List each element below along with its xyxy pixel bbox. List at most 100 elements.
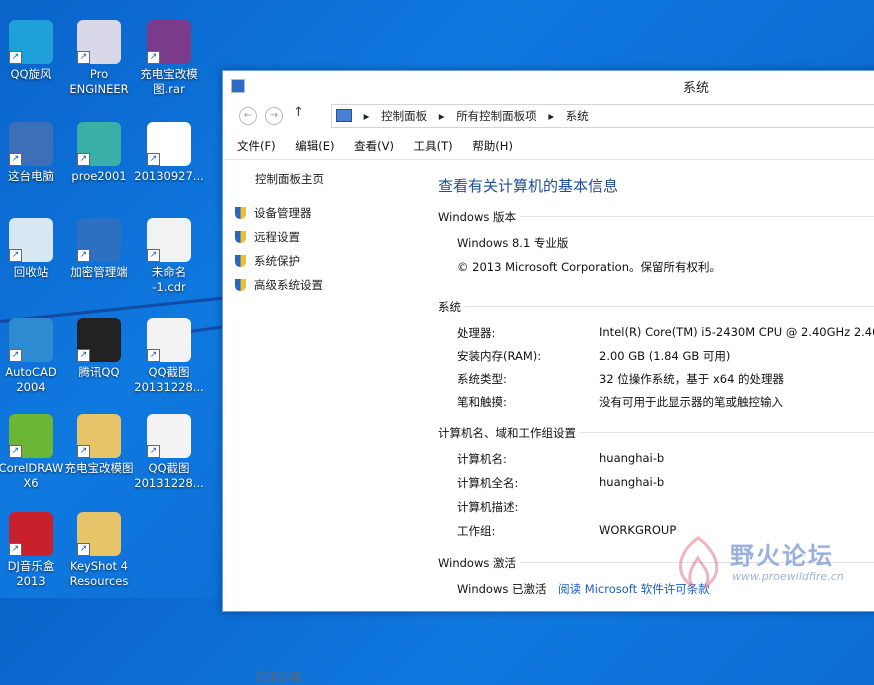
desktop-icon[interactable]: ↗ AutoCAD 2004 — [0, 318, 66, 395]
proe2001-icon: ↗ — [77, 122, 121, 166]
desktop-icon[interactable]: ↗ 这台电脑 — [0, 122, 66, 184]
breadcrumb-all-items[interactable]: 所有控制面板项 — [456, 109, 537, 123]
this-pc-icon: ↗ — [9, 122, 53, 166]
qq-screenshot-icon: ↗ — [147, 414, 191, 458]
activation-status-text: Windows 已激活 — [457, 582, 547, 596]
desktop-icon[interactable]: ↗ KeyShot 4 Resources — [64, 512, 134, 589]
window-title: 系统 — [683, 81, 710, 96]
folder-icon: ↗ — [77, 414, 121, 458]
forward-button[interactable]: → — [265, 107, 283, 125]
shortcut-arrow-icon: ↗ — [77, 153, 90, 166]
address-bar[interactable]: ▸ 控制面板 ▸ 所有控制面板项 ▸ 系统 — [331, 104, 874, 128]
shortcut-arrow-icon: ↗ — [9, 543, 22, 556]
section-system: 系统 — [438, 299, 874, 314]
rar-archive-icon: ↗ — [147, 20, 191, 64]
desktop-icon-label: Pro ENGINEER — [69, 67, 129, 96]
breadcrumb-sep: ▸ — [363, 109, 370, 123]
system-type-value: 32 位操作系统，基于 x64 的处理器 — [599, 372, 785, 386]
remote-settings-link[interactable]: 远程设置 — [235, 229, 300, 245]
control-panel-icon — [336, 109, 352, 122]
coreldraw-icon: ↗ — [9, 414, 53, 458]
device-manager-link[interactable]: 设备管理器 — [235, 205, 312, 221]
shortcut-arrow-icon: ↗ — [77, 445, 90, 458]
edition-name: Windows 8.1 专业版 — [457, 236, 569, 250]
shortcut-arrow-icon: ↗ — [77, 349, 90, 362]
qq-cyclone-icon: ↗ — [9, 20, 53, 64]
device-manager-label: 设备管理器 — [254, 206, 312, 220]
desktop-icon[interactable]: ↗ QQ旋风 — [0, 20, 66, 82]
desktop-icon-label: DJ音乐盒 2013 — [7, 559, 55, 588]
control-panel-home-link[interactable]: 控制面板主页 — [255, 171, 324, 187]
section-computer-name: 计算机名、域和工作组设置 — [438, 425, 874, 440]
shortcut-arrow-icon: ↗ — [9, 349, 22, 362]
shortcut-arrow-icon: ↗ — [77, 543, 90, 556]
desktop-icon[interactable]: ↗ DJ音乐盒 2013 — [0, 512, 66, 589]
desktop-icon[interactable]: ↗ QQ截图 20131228... — [134, 318, 204, 395]
desktop-icon-label: KeyShot 4 Resources — [69, 559, 129, 588]
advanced-system-settings-link[interactable]: 高级系统设置 — [235, 277, 323, 293]
shortcut-arrow-icon: ↗ — [9, 51, 22, 64]
shortcut-arrow-icon: ↗ — [147, 445, 160, 458]
forum-watermark: 野火论坛 www.proewildfire.cn — [668, 530, 874, 598]
phone-image-icon: ↗ — [147, 122, 191, 166]
section-windows-edition-label: Windows 版本 — [438, 210, 520, 224]
copyright-text: © 2013 Microsoft Corporation。保留所有权利。 — [457, 260, 721, 274]
shield-icon — [235, 255, 246, 267]
section-computer-name-label: 计算机名、域和工作组设置 — [438, 426, 580, 440]
desktop-icon-label: QQ旋风 — [10, 67, 52, 81]
shortcut-arrow-icon: ↗ — [147, 349, 160, 362]
up-button[interactable]: ↑ — [293, 105, 304, 120]
shortcut-arrow-icon: ↗ — [77, 51, 90, 64]
desktop-icon[interactable]: ↗ 充电宝改模图 — [64, 414, 134, 476]
section-activation-label: Windows 激活 — [438, 556, 520, 570]
desktop-icon[interactable]: ↗ Pro ENGINEER — [64, 20, 134, 97]
watermark-url: www.proewildfire.cn — [732, 570, 844, 583]
encryption-manager-icon: ↗ — [77, 218, 121, 262]
desktop-icon-label: 这台电脑 — [8, 169, 54, 183]
menu-bar: 文件(F) 编辑(E) 查看(V) 工具(T) 帮助(H) — [223, 133, 874, 160]
desktop-icon[interactable]: ↗ QQ截图 20131228... — [134, 414, 204, 491]
system-protection-link[interactable]: 系统保护 — [235, 253, 300, 269]
desktop-icon-label: CorelDRAW X6 — [0, 461, 64, 490]
left-pane: 控制面板主页 设备管理器 远程设置 系统保护 高级系统设置 另请参阅 — [223, 169, 413, 684]
window-system-icon[interactable] — [231, 79, 245, 93]
back-arrow-icon: ← — [243, 110, 253, 121]
desktop-icon[interactable]: ↗ 充电宝改模图.rar — [134, 20, 204, 97]
menu-file[interactable]: 文件(F) — [237, 133, 276, 159]
processor-label: 处理器: — [457, 326, 496, 340]
desktop-icon-label: 未命名 -1.cdr — [151, 265, 187, 294]
section-windows-edition: Windows 版本 — [438, 209, 874, 224]
menu-tools[interactable]: 工具(T) — [414, 133, 453, 159]
processor-value: Intel(R) Core(TM) i5-2430M CPU @ 2.40GHz… — [599, 325, 874, 339]
shortcut-arrow-icon: ↗ — [9, 153, 22, 166]
autocad-icon: ↗ — [9, 318, 53, 362]
desktop-icon[interactable]: ↗ proe2001 — [64, 122, 134, 184]
desktop-icon-label: QQ截图 20131228... — [134, 461, 204, 490]
menu-view[interactable]: 查看(V) — [354, 133, 394, 159]
desktop-icon-label: 20130927... — [134, 169, 204, 183]
dj-music-icon: ↗ — [9, 512, 53, 556]
desktop-icon[interactable]: ↗ CorelDRAW X6 — [0, 414, 66, 491]
menu-help[interactable]: 帮助(H) — [472, 133, 513, 159]
computer-description-label: 计算机描述: — [457, 500, 519, 514]
system-protection-label: 系统保护 — [254, 254, 300, 268]
desktop-icon[interactable]: ↗ 回收站 — [0, 218, 66, 280]
pro-engineer-icon: ↗ — [77, 20, 121, 64]
menu-edit[interactable]: 编辑(E) — [295, 133, 334, 159]
computer-name-label: 计算机名: — [457, 452, 507, 466]
desktop-icon[interactable]: ↗ 加密管理端 — [64, 218, 134, 280]
desktop-icon[interactable]: ↗ 20130927... — [134, 122, 204, 184]
recycle-bin-icon: ↗ — [9, 218, 53, 262]
shortcut-arrow-icon: ↗ — [9, 249, 22, 262]
keyshot-folder-icon: ↗ — [77, 512, 121, 556]
breadcrumb-control-panel[interactable]: 控制面板 — [381, 109, 427, 123]
desktop-icon[interactable]: ↗ 未命名 -1.cdr — [134, 218, 204, 295]
advanced-system-settings-label: 高级系统设置 — [254, 278, 323, 292]
computer-name-value: huanghai-b — [599, 451, 665, 465]
title-bar[interactable]: 系统 — [223, 71, 874, 99]
back-button[interactable]: ← — [239, 107, 257, 125]
breadcrumb-system[interactable]: 系统 — [566, 109, 589, 123]
navigation-bar: ← → ↑ ▸ 控制面板 ▸ 所有控制面板项 ▸ 系统 — [229, 103, 874, 129]
desktop-icon[interactable]: ↗ 腾讯QQ — [64, 318, 134, 380]
flame-logo-icon — [679, 536, 719, 590]
